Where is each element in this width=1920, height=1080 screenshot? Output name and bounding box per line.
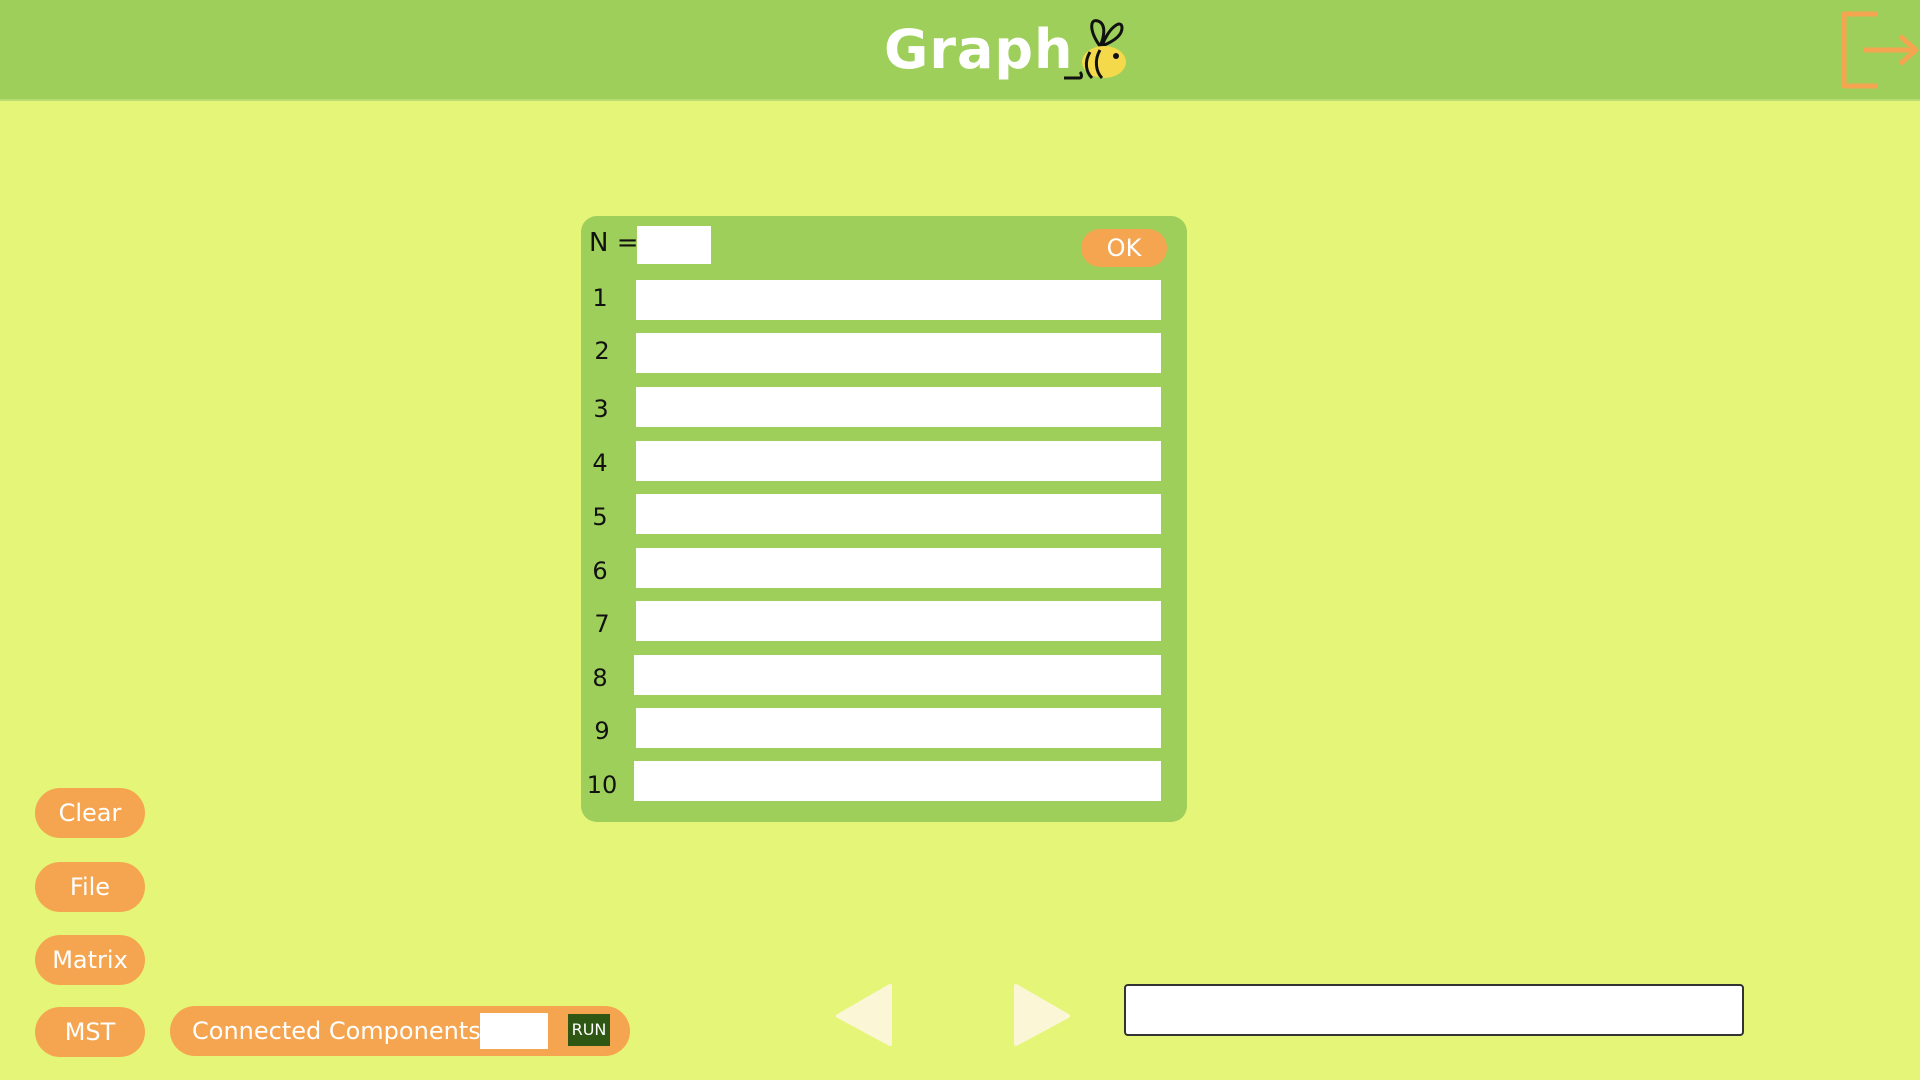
connected-components-input[interactable] [480, 1013, 548, 1049]
row-input-1[interactable] [636, 280, 1161, 320]
run-button[interactable]: RUN [568, 1014, 610, 1046]
row-input-9[interactable] [636, 708, 1161, 748]
file-button[interactable]: File [35, 862, 145, 912]
mst-button[interactable]: MST [35, 1007, 145, 1057]
row-label-3: 3 [593, 395, 609, 423]
row-label-1: 1 [592, 284, 608, 312]
row-input-7[interactable] [636, 601, 1161, 641]
row-label-2: 2 [594, 337, 610, 365]
row-label-7: 7 [594, 610, 610, 638]
row-input-2[interactable] [636, 333, 1161, 373]
clear-button[interactable]: Clear [35, 788, 145, 838]
row-label-4: 4 [592, 449, 608, 477]
row-label-10: 10 [586, 771, 618, 799]
row-input-5[interactable] [636, 494, 1161, 534]
row-label-6: 6 [592, 557, 608, 585]
header-bar: Graph [0, 0, 1920, 101]
row-input-8[interactable] [634, 655, 1161, 695]
connected-components-box: Connected Components: RUN [170, 1006, 630, 1056]
row-label-9: 9 [594, 717, 610, 745]
row-label-5: 5 [592, 503, 608, 531]
status-field[interactable] [1124, 984, 1744, 1036]
row-input-4[interactable] [636, 441, 1161, 481]
triangle-right-icon[interactable] [1010, 982, 1072, 1048]
row-input-10[interactable] [634, 761, 1161, 801]
ok-button[interactable]: OK [1081, 229, 1167, 267]
adjacency-panel: N = OK 1 2 3 4 5 6 7 8 9 10 [581, 216, 1187, 822]
matrix-button[interactable]: Matrix [35, 935, 145, 985]
logout-icon[interactable] [1838, 10, 1920, 90]
app-title: Graph [884, 18, 1074, 81]
triangle-left-icon[interactable] [834, 982, 896, 1048]
row-input-6[interactable] [636, 548, 1161, 588]
connected-components-label: Connected Components: [192, 1017, 489, 1045]
n-label: N = [589, 228, 639, 258]
bee-icon [1064, 19, 1126, 80]
n-input[interactable] [637, 226, 711, 264]
row-input-3[interactable] [636, 387, 1161, 427]
row-label-8: 8 [592, 664, 608, 692]
